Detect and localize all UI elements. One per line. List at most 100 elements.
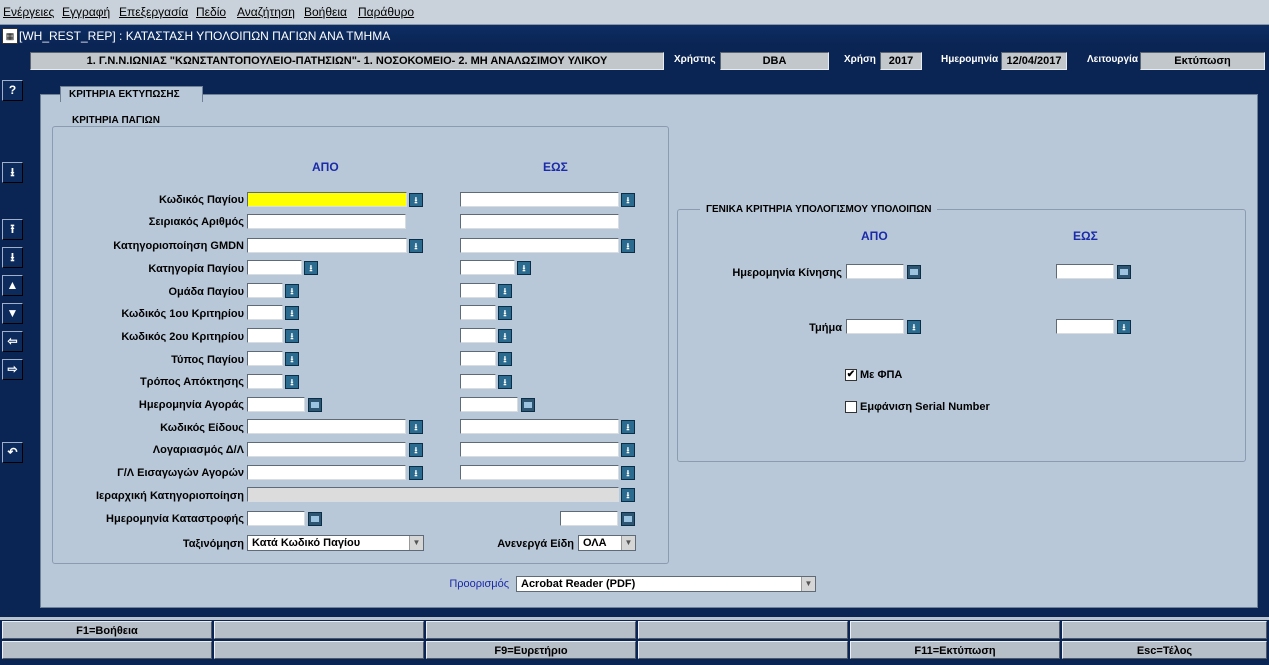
move-date-to-calendar-icon[interactable] [1117,265,1131,279]
inactive-items-value: ΟΛΑ [583,537,607,549]
purchase-date-to-calendar-icon[interactable] [521,398,535,412]
fkey-blank[interactable] [214,641,424,659]
f1-help-key[interactable]: F1=Βοήθεια [2,621,212,639]
fkey-blank[interactable] [850,621,1060,639]
category-from-input[interactable] [247,260,302,275]
type-from-lov-icon[interactable]: ⭳ [285,352,299,366]
gl-imports-from-input[interactable] [247,465,406,480]
department-to-input[interactable] [1056,319,1114,334]
destruction-date-to-input[interactable] [560,511,618,526]
esc-exit-key[interactable]: Esc=Τέλος [1062,641,1267,659]
group-from-input[interactable] [247,283,283,298]
account-dl-from-lov-icon[interactable]: ⭳ [409,443,423,457]
category-to-lov-icon[interactable]: ⭳ [517,261,531,275]
fkey-blank[interactable] [638,641,848,659]
criterion2-to-input[interactable] [460,328,496,343]
group-to-input[interactable] [460,283,496,298]
menu-actions[interactable]: Ενέργειες [3,5,54,19]
criterion2-from-input[interactable] [247,328,283,343]
sort-select[interactable]: Κατά Κωδικό Παγίου ▼ [247,535,424,551]
inactive-items-select[interactable]: ΟΛΑ ▼ [578,535,636,551]
department-to-lov-icon[interactable]: ⭳ [1117,320,1131,334]
hierarchical-lov-icon[interactable]: ⭳ [621,488,635,502]
vat-checkbox[interactable]: ✔ [845,369,857,381]
tab-print-criteria[interactable]: ΚΡΙΤΗΡΙΑ ΕΚΤΥΠΩΣΗΣ [60,86,203,102]
asset-code-from-lov-icon[interactable]: ⭳ [409,193,423,207]
group-from-lov-icon[interactable]: ⭳ [285,284,299,298]
department-from-input[interactable] [846,319,904,334]
type-from-input[interactable] [247,351,283,366]
destruction-date-to-calendar-icon[interactable] [621,512,635,526]
destruction-date-from-input[interactable] [247,511,305,526]
purchase-date-from-calendar-icon[interactable] [308,398,322,412]
destination-select[interactable]: Acrobat Reader (PDF) ▼ [516,576,816,592]
asset-code-from-input[interactable] [247,192,407,207]
group-to-lov-icon[interactable]: ⭳ [498,284,512,298]
item-code-to-input[interactable] [460,419,619,434]
purchase-date-to-input[interactable] [460,397,518,412]
fkey-blank[interactable] [638,621,848,639]
gmdn-from-input[interactable] [247,238,407,253]
department-from-lov-icon[interactable]: ⭳ [907,320,921,334]
f11-print-key[interactable]: F11=Εκτύπωση [850,641,1060,659]
serial-to-input[interactable] [460,214,619,229]
menu-field[interactable]: Πεδίο [196,5,226,19]
item-code-from-lov-icon[interactable]: ⭳ [409,420,423,434]
asset-code-to-lov-icon[interactable]: ⭳ [621,193,635,207]
f9-index-key[interactable]: F9=Ευρετήριο [426,641,636,659]
serial-from-input[interactable] [247,214,406,229]
help-button[interactable]: ? [2,80,23,101]
category-to-input[interactable] [460,260,515,275]
criterion1-to-lov-icon[interactable]: ⭳ [498,306,512,320]
gmdn-to-input[interactable] [460,238,619,253]
move-date-to-input[interactable] [1056,264,1114,279]
acquisition-to-lov-icon[interactable]: ⭳ [498,375,512,389]
prev-record-icon[interactable]: ▲ [2,275,23,296]
last-record-icon[interactable]: ⭳ [2,247,23,268]
acquisition-to-input[interactable] [460,374,496,389]
arrow-left-icon[interactable]: ⇦ [2,331,23,352]
gmdn-from-lov-icon[interactable]: ⭳ [409,239,423,253]
criterion1-from-lov-icon[interactable]: ⭳ [285,306,299,320]
arrow-right-icon[interactable]: ⇨ [2,359,23,380]
gl-imports-to-input[interactable] [460,465,619,480]
serial-number-checkbox[interactable] [845,401,857,413]
move-date-from-input[interactable] [846,264,904,279]
menu-record[interactable]: Εγγραφή [62,5,110,19]
asset-code-to-input[interactable] [460,192,619,207]
acquisition-from-input[interactable] [247,374,283,389]
menu-window[interactable]: Παράθυρο [358,5,414,19]
menu-search[interactable]: Αναζήτηση [237,5,295,19]
fkey-blank[interactable] [214,621,424,639]
fkey-blank[interactable] [2,641,212,659]
gl-imports-to-lov-icon[interactable]: ⭳ [621,466,635,480]
move-date-from-calendar-icon[interactable] [907,265,921,279]
gl-imports-from-lov-icon[interactable]: ⭳ [409,466,423,480]
fkey-blank[interactable] [426,621,636,639]
type-to-lov-icon[interactable]: ⭳ [498,352,512,366]
account-dl-to-lov-icon[interactable]: ⭳ [621,443,635,457]
menu-help[interactable]: Βοήθεια [304,5,347,19]
type-to-input[interactable] [460,351,496,366]
account-dl-from-input[interactable] [247,442,406,457]
destruction-date-from-calendar-icon[interactable] [308,512,322,526]
gmdn-to-lov-icon[interactable]: ⭳ [621,239,635,253]
next-record-icon[interactable]: ▼ [2,303,23,324]
download-icon[interactable]: ⭳ [2,162,23,183]
item-code-from-input[interactable] [247,419,406,434]
account-dl-to-input[interactable] [460,442,619,457]
undo-icon[interactable]: ↶ [2,442,23,463]
criterion2-to-lov-icon[interactable]: ⭳ [498,329,512,343]
hierarchical-input[interactable] [247,487,619,502]
category-from-lov-icon[interactable]: ⭳ [304,261,318,275]
criterion2-from-lov-icon[interactable]: ⭳ [285,329,299,343]
first-record-icon[interactable]: ⭱ [2,219,23,240]
criterion1-to-input[interactable] [460,305,496,320]
menu-edit[interactable]: Επεξεργασία [119,5,188,19]
criterion1-from-input[interactable] [247,305,283,320]
item-code-to-lov-icon[interactable]: ⭳ [621,420,635,434]
acquisition-from-lov-icon[interactable]: ⭳ [285,375,299,389]
purchase-date-from-input[interactable] [247,397,305,412]
menu-bar: Ενέργειες Εγγραφή Επεξεργασία Πεδίο Αναζ… [0,0,1269,25]
fkey-blank[interactable] [1062,621,1267,639]
